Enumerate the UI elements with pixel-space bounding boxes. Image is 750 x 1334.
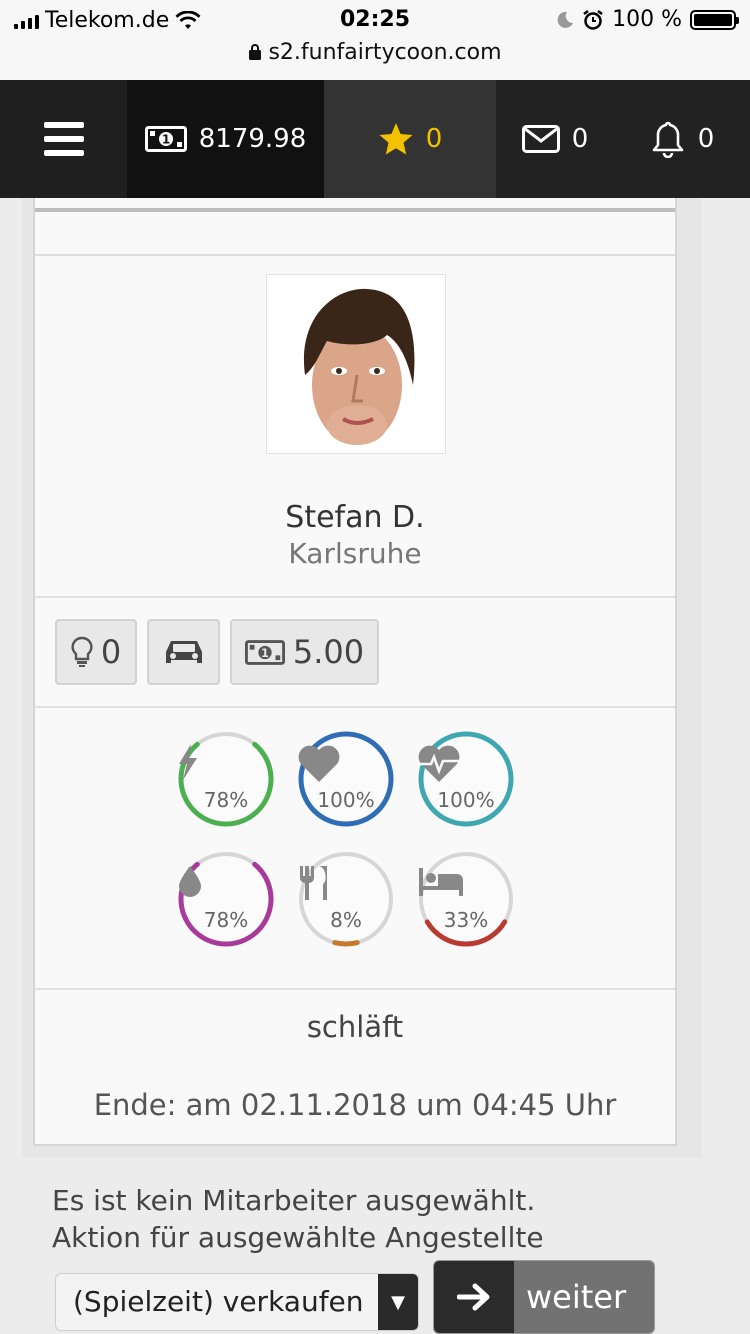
star-icon — [379, 123, 413, 155]
arrow-right-icon — [434, 1261, 514, 1333]
svg-text:1: 1 — [162, 133, 170, 147]
battery-icon — [690, 9, 739, 30]
money-icon: 1 — [244, 639, 285, 665]
sleep-gauge: 33% — [417, 850, 515, 948]
wage-chip[interactable]: 1 5.00 — [230, 619, 379, 685]
address-bar[interactable]: s2.funfairtycoon.com — [0, 40, 750, 65]
lock-icon — [249, 44, 262, 60]
battery-percent: 100 % — [612, 7, 682, 32]
continue-button-label: weiter — [514, 1261, 654, 1333]
money-value: 8179.98 — [198, 124, 307, 154]
employee-state: schläft — [306, 1010, 404, 1044]
car-chip[interactable] — [147, 619, 220, 685]
moon-icon — [557, 11, 574, 28]
menu-button[interactable] — [0, 80, 127, 198]
hunger-value: 8% — [330, 908, 362, 932]
avatar-face — [303, 288, 415, 445]
money-icon: 1 — [144, 126, 187, 152]
health-gauge: 100% — [417, 730, 515, 828]
food-icon — [300, 866, 327, 900]
chevron-down-icon: ▼ — [378, 1274, 418, 1330]
svg-text:1: 1 — [261, 645, 269, 659]
selection-note: Es ist kein Mitarbeiter ausgewählt. Akti… — [52, 1182, 544, 1256]
continue-button[interactable]: weiter — [433, 1260, 655, 1334]
url-text: s2.funfairtycoon.com — [268, 40, 502, 65]
energy-value: 78% — [203, 788, 249, 812]
wage-value: 5.00 — [292, 633, 365, 671]
card-header — [35, 212, 675, 256]
happiness-value: 100% — [317, 788, 375, 812]
divider — [35, 706, 675, 708]
envelope-icon — [521, 125, 560, 153]
drop-icon — [179, 866, 201, 897]
divider — [35, 596, 675, 598]
bell-icon — [652, 121, 684, 158]
action-select-value: (Spielzeit) verkaufen — [73, 1285, 364, 1318]
notifications-button[interactable]: 0 — [614, 80, 750, 198]
no-employee-selected-text: Es ist kein Mitarbeiter ausgewählt. — [52, 1184, 536, 1217]
health-value: 100% — [437, 788, 495, 812]
employee-name: Stefan D. — [285, 500, 425, 535]
employee-card: Stefan D. Karlsruhe 0 1 5.00 78% 100% 10… — [33, 198, 677, 1146]
hygiene-value: 78% — [203, 908, 249, 932]
stars-value: 0 — [425, 124, 443, 154]
heart-icon — [298, 745, 340, 782]
messages-button[interactable]: 0 — [496, 80, 614, 198]
messages-count: 0 — [571, 124, 589, 154]
heartbeat-icon — [418, 745, 460, 782]
hunger-gauge: 8% — [297, 850, 395, 948]
money-display[interactable]: 1 8179.98 — [127, 80, 324, 198]
divider — [35, 988, 675, 990]
ideas-value: 0 — [100, 633, 122, 671]
happiness-gauge: 100% — [297, 730, 395, 828]
car-icon — [165, 641, 202, 663]
sleep-value: 33% — [443, 908, 489, 932]
ideas-chip[interactable]: 0 — [55, 619, 137, 685]
employee-city: Karlsruhe — [288, 537, 422, 570]
alarm-icon — [583, 9, 603, 30]
energy-gauge: 78% — [177, 730, 275, 828]
employee-avatar — [266, 274, 446, 454]
notifications-count: 0 — [697, 124, 715, 154]
action-select[interactable]: (Spielzeit) verkaufen ▼ — [55, 1273, 419, 1331]
lightbulb-icon — [71, 636, 93, 667]
status-bar: Telekom.de 02:25 100 % s2.funfairtycoon.… — [0, 0, 750, 81]
hygiene-gauge: 78% — [177, 850, 275, 948]
stars-display[interactable]: 0 — [324, 80, 496, 198]
top-nav: 1 8179.98 0 0 0 — [0, 80, 750, 198]
state-end-time: Ende: am 02.11.2018 um 04:45 Uhr — [93, 1088, 617, 1122]
action-label: Aktion für ausgewählte Angestellte — [52, 1221, 544, 1254]
gauge-level — [332, 940, 360, 947]
bed-icon — [419, 868, 463, 896]
hamburger-icon — [43, 122, 84, 156]
energy-icon — [179, 744, 197, 780]
